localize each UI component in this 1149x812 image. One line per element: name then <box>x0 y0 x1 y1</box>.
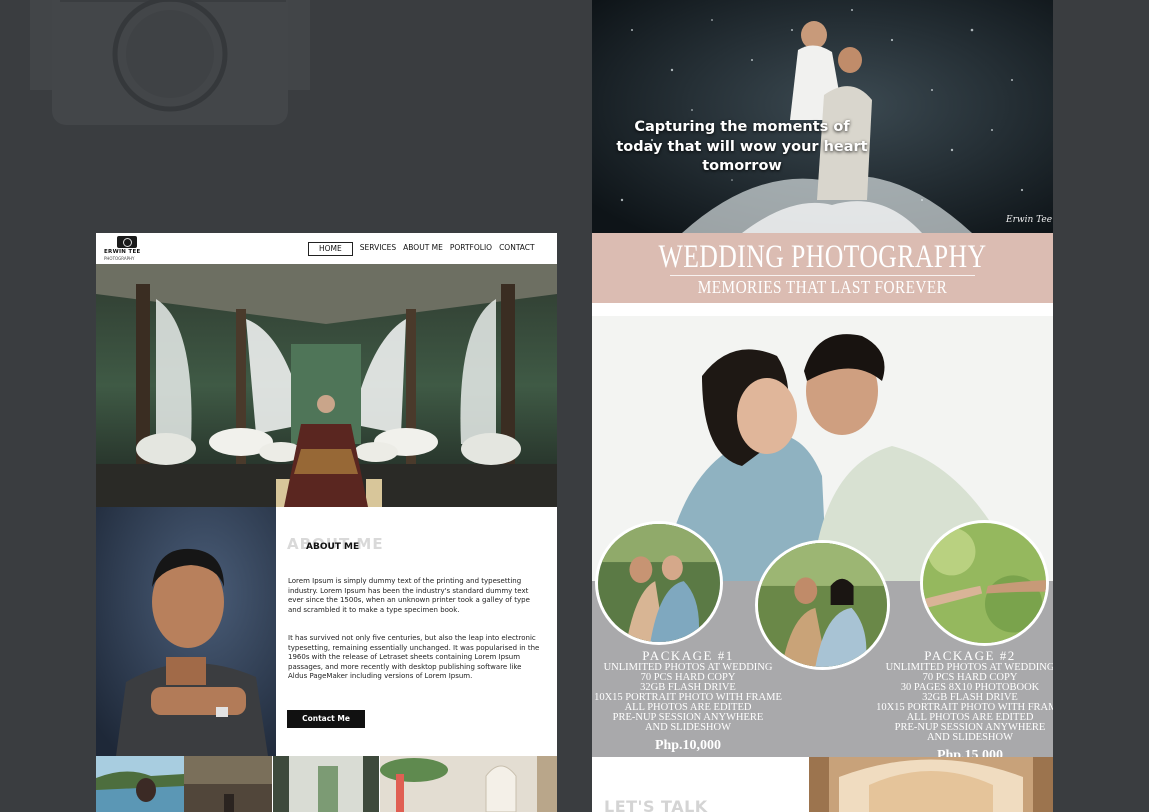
package-1-price: Php.10,000 <box>654 738 722 753</box>
portfolio-thumbnail-strip <box>96 756 557 812</box>
logo-name: ERWIN TEE <box>104 249 141 255</box>
banner-title: WEDDING PHOTOGRAPHY <box>658 239 987 275</box>
photographer-signature: Erwin Tee <box>1006 215 1053 225</box>
lets-talk-section: LET'S TALK <box>592 757 809 812</box>
about-paragraph-2: It has survived not only five centuries,… <box>288 634 540 681</box>
about-me-section: ABOUT ME ABOUT ME Lorem Ipsum is simply … <box>276 507 557 756</box>
photographer-portrait-image <box>96 507 276 756</box>
contact-me-button[interactable]: Contact Me <box>287 710 365 728</box>
wedding-services-mockup: Capturing the moments of today that will… <box>592 0 1053 812</box>
nav-menu: HOME SERVICES ABOUT ME PORTFOLIO CONTACT <box>308 242 535 256</box>
package-1-line: AND SLIDESHOW <box>644 722 732 733</box>
nav-item-portfolio[interactable]: PORTFOLIO <box>450 242 492 256</box>
site-logo[interactable]: ERWIN TEE PHOTOGRAPHY <box>104 236 154 262</box>
wedding-venue-hero-image <box>96 264 557 507</box>
wedding-photography-banner: WEDDING PHOTOGRAPHY MEMORIES THAT LAST F… <box>592 233 1053 303</box>
portfolio-homepage-mockup: ERWIN TEE PHOTOGRAPHY HOME SERVICES ABOU… <box>96 233 557 812</box>
hero-caption: Capturing the moments of today that will… <box>616 119 868 174</box>
about-me-heading: ABOUT ME <box>306 542 360 552</box>
about-paragraph-1: Lorem Ipsum is simply dummy text of the … <box>288 577 530 614</box>
camera-watermark-icon <box>30 0 310 125</box>
rain-couple-hero-image <box>592 0 1053 233</box>
top-navbar: ERWIN TEE PHOTOGRAPHY HOME SERVICES ABOU… <box>96 233 557 264</box>
nav-item-contact[interactable]: CONTACT <box>499 242 535 256</box>
nav-item-home[interactable]: HOME <box>308 242 353 256</box>
package-1-details: PACKAGE #1 UNLIMITED PHOTOS AT WEDDING 7… <box>592 649 784 754</box>
package-2-name: PACKAGE #2 <box>924 648 1016 663</box>
banner-divider <box>670 275 975 276</box>
package-photo-1 <box>595 521 723 645</box>
camera-logo-icon <box>117 236 137 248</box>
banner-subtitle: MEMORIES THAT LAST FOREVER <box>697 277 948 297</box>
nav-item-services[interactable]: SERVICES <box>360 242 396 256</box>
interior-venue-image <box>809 757 1053 812</box>
nav-item-about-me[interactable]: ABOUT ME <box>403 242 443 256</box>
logo-subtitle: PHOTOGRAPHY <box>104 256 135 261</box>
package-photo-3 <box>920 520 1049 646</box>
package-2-line: AND SLIDESHOW <box>926 732 1014 743</box>
package-1-name: PACKAGE #1 <box>642 648 734 663</box>
lets-talk-heading: LET'S TALK <box>604 797 708 812</box>
package-2-details: PACKAGE #2 UNLIMITED PHOTOS AT WEDDING 7… <box>874 649 1053 764</box>
